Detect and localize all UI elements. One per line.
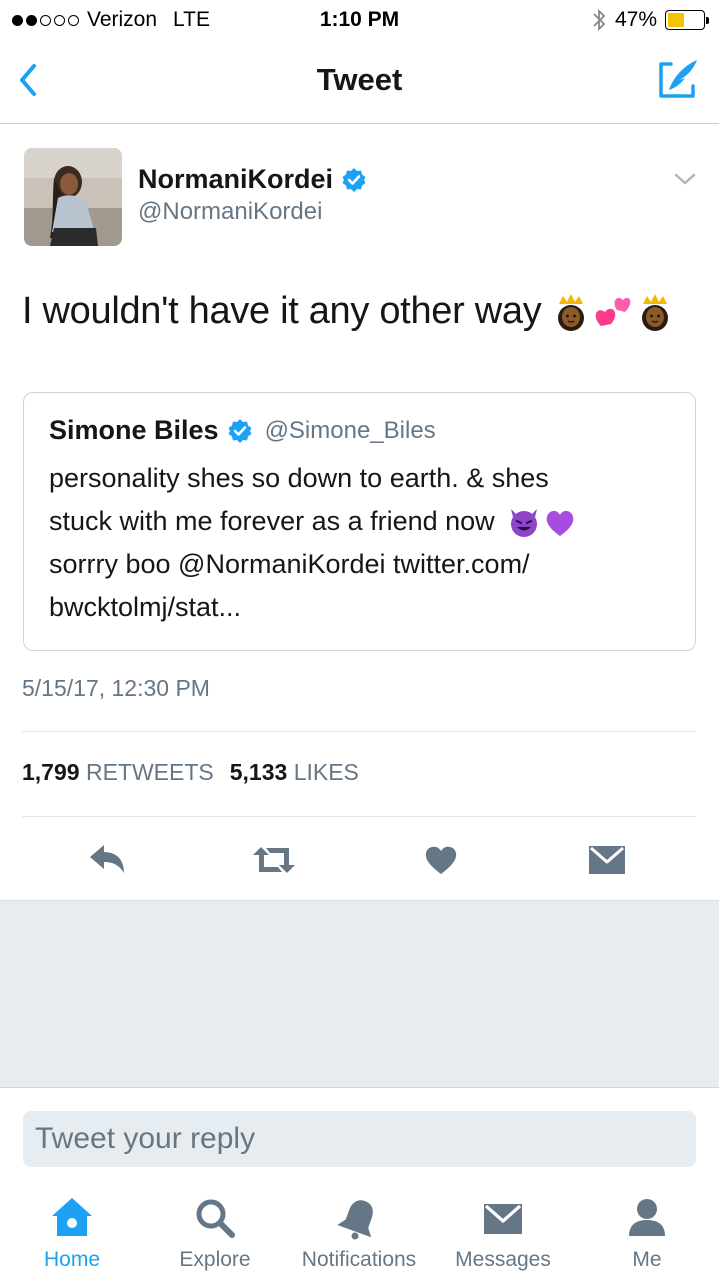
- direct-message-button[interactable]: [585, 838, 629, 882]
- envelope-icon: [484, 1204, 522, 1234]
- tweet-options-button[interactable]: [673, 170, 697, 188]
- likes-stat[interactable]: 5,133 LIKES: [230, 759, 359, 786]
- quoted-text-line: personality shes so down to earth. & she…: [49, 463, 549, 493]
- quoted-author-name: Simone Biles: [49, 415, 219, 445]
- bottom-tab-bar: Home Explore Notifications Messages Me: [0, 1190, 719, 1280]
- quoted-text-line: bwcktolmj/stat...: [49, 592, 242, 622]
- reply-button[interactable]: [86, 838, 130, 882]
- search-icon: [196, 1199, 235, 1238]
- author-avatar[interactable]: [24, 148, 122, 246]
- page-title: Tweet: [316, 62, 403, 97]
- tweet-emojis: [551, 292, 675, 332]
- bluetooth-icon: [593, 8, 606, 32]
- two-hearts-emoji: [596, 297, 631, 326]
- smiling-devil-emoji: [510, 508, 537, 537]
- tab-label: Notifications: [301, 1248, 417, 1271]
- purple-heart-emoji: [546, 510, 573, 536]
- tweet-actions: [0, 830, 719, 890]
- tab-messages[interactable]: Messages: [433, 1196, 573, 1280]
- likes-label: LIKES: [293, 759, 359, 785]
- likes-count: 5,133: [229, 759, 288, 785]
- divider: [22, 816, 696, 817]
- empty-replies-area: [0, 900, 719, 1088]
- author-name-text: NormaniKordei: [138, 164, 334, 194]
- quoted-tweet-text: personality shes so down to earth. & she…: [49, 457, 679, 629]
- tab-explore[interactable]: Explore: [145, 1196, 285, 1280]
- princess-emoji: [558, 293, 585, 331]
- tab-notifications[interactable]: Notifications: [289, 1196, 429, 1280]
- home-icon: [52, 1198, 92, 1236]
- tab-label: Home: [43, 1248, 101, 1271]
- retweets-count: 1,799: [22, 759, 80, 785]
- tab-me[interactable]: Me: [577, 1196, 717, 1280]
- verified-badge-icon: [342, 167, 366, 192]
- quoted-text-line-content: stuck with me forever as a friend now: [49, 506, 495, 536]
- quoted-author-handle: @Simone_Biles: [264, 416, 436, 444]
- author-name[interactable]: NormaniKordei: [138, 164, 367, 195]
- heart-icon: [425, 846, 457, 874]
- reply-input[interactable]: [23, 1111, 696, 1167]
- reply-icon: [90, 845, 124, 873]
- battery-percent: 47%: [614, 8, 657, 31]
- chevron-down-icon: [674, 173, 696, 185]
- tab-label: Me: [632, 1248, 662, 1271]
- princess-emoji: [642, 293, 669, 331]
- quoted-tweet-header: Simone Biles @Simone_Biles: [49, 415, 436, 446]
- author-handle[interactable]: @NormaniKordei: [138, 198, 322, 226]
- retweets-stat[interactable]: 1,799 RETWEETS: [22, 759, 214, 786]
- tweet-stats: 1,799 RETWEETS 5,133 LIKES: [22, 759, 359, 786]
- verified-badge-icon: [228, 418, 252, 443]
- status-right: 47%: [591, 8, 709, 32]
- tweet-text-content: I wouldn't have it any other way: [22, 290, 542, 332]
- compose-button[interactable]: [655, 56, 701, 102]
- retweet-icon: [253, 847, 295, 873]
- compose-icon: [659, 60, 697, 98]
- tweet-timestamp: 5/15/17, 12:30 PM: [22, 675, 210, 701]
- status-bar: Verizon LTE 1:10 PM 47%: [0, 0, 719, 40]
- tweet-text: I wouldn't have it any other way: [22, 290, 675, 333]
- battery-fill: [668, 13, 684, 27]
- battery-icon: [665, 10, 709, 30]
- quoted-tweet-card[interactable]: Simone Biles @Simone_Biles personality s…: [23, 392, 696, 651]
- retweets-label: RETWEETS: [85, 759, 214, 785]
- quoted-text-line: stuck with me forever as a friend now: [49, 500, 679, 543]
- tab-label: Messages: [455, 1248, 551, 1271]
- person-icon: [629, 1199, 665, 1236]
- bell-icon: [337, 1200, 373, 1240]
- retweet-button[interactable]: [252, 838, 296, 882]
- like-button[interactable]: [419, 838, 463, 882]
- envelope-icon: [589, 846, 625, 874]
- tab-home[interactable]: Home: [2, 1196, 142, 1280]
- divider: [22, 731, 696, 732]
- tab-label: Explore: [179, 1248, 251, 1271]
- quoted-text-line: sorrry boo @NormaniKordei twitter.com/: [49, 549, 530, 579]
- nav-bar: Tweet: [0, 40, 719, 124]
- avatar-image: [24, 148, 122, 246]
